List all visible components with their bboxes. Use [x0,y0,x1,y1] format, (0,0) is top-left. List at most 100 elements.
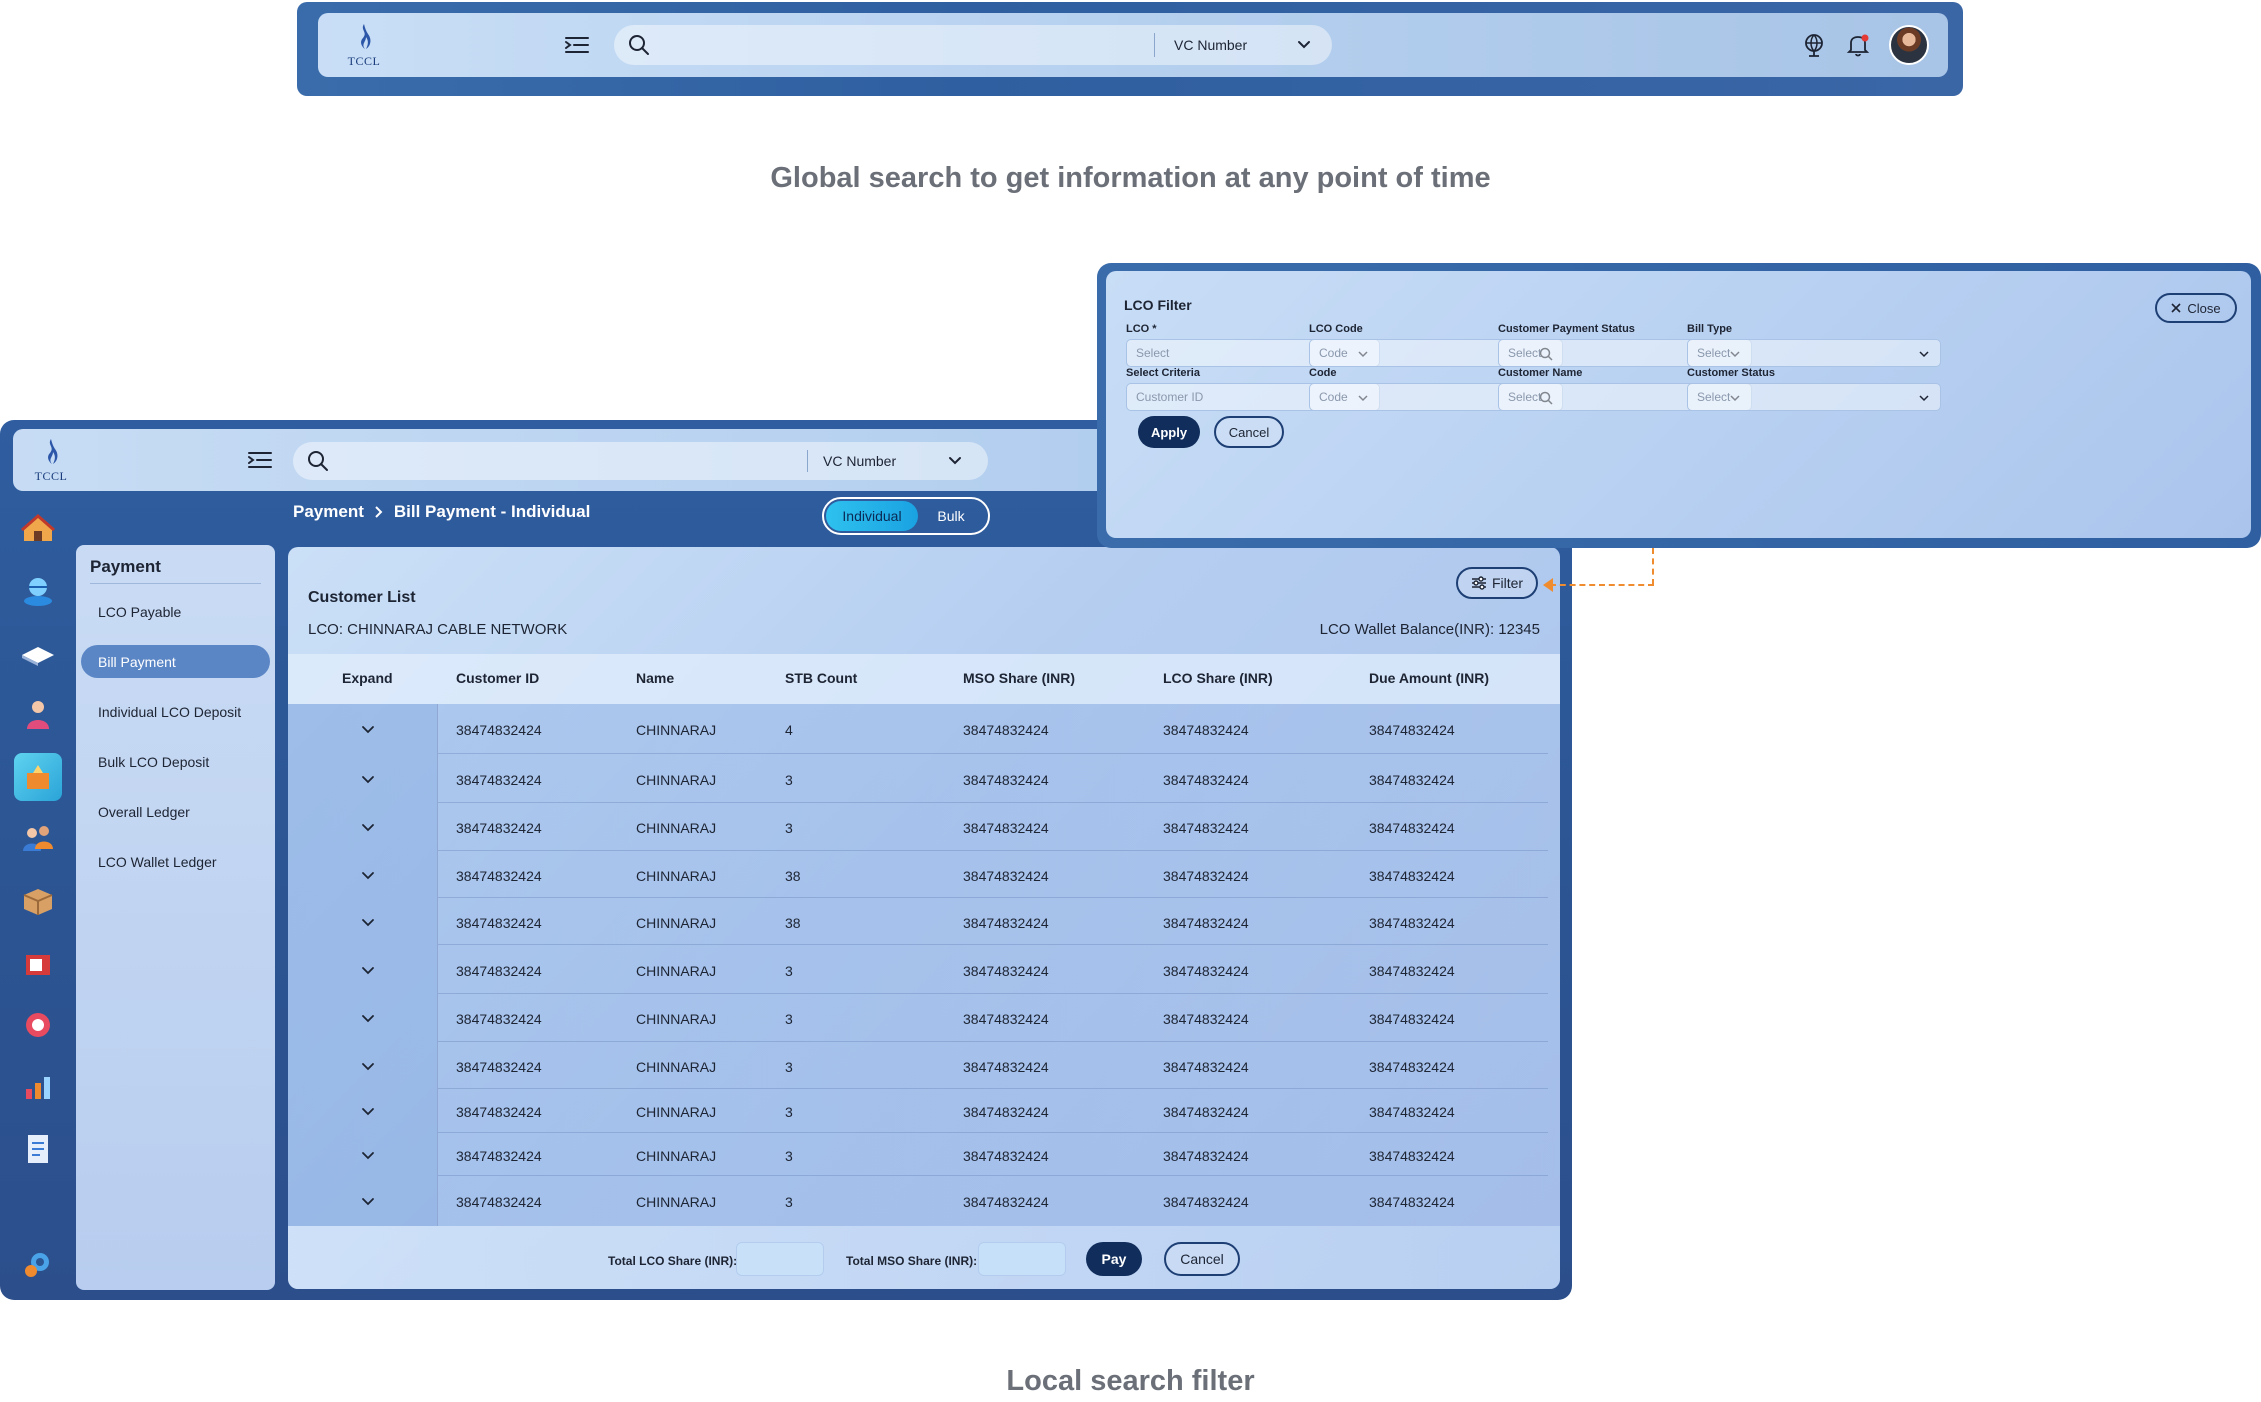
package-icon[interactable] [14,877,62,925]
settings-icon[interactable] [14,1240,62,1288]
notification-bell-icon[interactable] [1845,32,1871,58]
expand-chevron-icon[interactable] [360,772,376,788]
table-row[interactable]: 38474832424 CHINNARAJ 38 38474832424 3847483… [288,851,1560,898]
menu-collapse-icon[interactable] [247,449,273,471]
sidebar-item-individual-lco-deposit[interactable]: Individual LCO Deposit [81,695,270,728]
customer-id-cell: 38474832424 [456,868,542,884]
table-row[interactable]: 38474832424 CHINNARAJ 3 38474832424 38474832… [288,1176,1560,1226]
customer-status-field[interactable]: Select [1687,383,1941,411]
lco-share-cell: 38474832424 [1163,915,1249,931]
customer-id-cell: 38474832424 [456,1148,542,1164]
expand-chevron-icon[interactable] [360,820,376,836]
sidebar-item-lco-payable[interactable]: LCO Payable [81,595,270,628]
sidebar-item-bill-payment[interactable]: Bill Payment [81,645,270,678]
card-icon[interactable] [14,629,62,677]
expand-chevron-icon[interactable] [360,1194,376,1210]
search-divider [1154,33,1155,57]
column-header-due-amount: Due Amount (INR) [1369,670,1490,686]
tccl-logo[interactable]: TCCL [23,432,79,488]
name-cell: CHINNARAJ [636,820,717,836]
global-search-caption: Global search to get information at any … [770,162,1491,194]
expand-chevron-icon[interactable] [360,1148,376,1164]
expand-chevron-icon[interactable] [360,1059,376,1075]
users-icon[interactable] [14,815,62,863]
table-row[interactable]: 38474832424 CHINNARAJ 3 38474832424 38474832… [288,994,1560,1042]
lco-share-cell: 38474832424 [1163,1059,1249,1075]
lco-share-cell: 38474832424 [1163,1148,1249,1164]
globe-icon[interactable] [1801,32,1827,58]
table-row[interactable]: 38474832424 CHINNARAJ 3 38474832424 38474832… [288,754,1560,803]
customer-id-cell: 38474832424 [456,772,542,788]
expand-chevron-icon[interactable] [360,915,376,931]
mso-share-cell: 38474832424 [963,915,1049,931]
name-cell: CHINNARAJ [636,868,717,884]
payment-box-icon[interactable] [14,753,62,801]
toggle-individual[interactable]: Individual [826,501,918,531]
due-amount-cell: 38474832424 [1369,868,1455,884]
customer-payment-status-label: Customer Payment Status [1498,323,1635,335]
select-criteria-label: Select Criteria [1126,367,1200,379]
chart-icon[interactable] [14,1063,62,1111]
search-type-select[interactable]: VC Number [1174,37,1247,53]
person-icon[interactable] [14,691,62,739]
search-type-select[interactable]: VC Number [823,453,896,469]
mso-share-cell: 38474832424 [963,772,1049,788]
due-amount-cell: 38474832424 [1369,963,1455,979]
cancel-button[interactable]: Cancel [1164,1242,1240,1276]
sidebar-item-bulk-lco-deposit[interactable]: Bulk LCO Deposit [81,745,270,778]
table-row[interactable]: 38474832424 CHINNARAJ 4 38474832424 38474832… [288,704,1560,754]
lco-label: LCO * [1126,323,1157,335]
search-icon [629,35,649,55]
tv-icon[interactable] [14,939,62,987]
due-amount-cell: 38474832424 [1369,1059,1455,1075]
name-cell: CHINNARAJ [636,772,717,788]
stb-count-cell: 3 [785,820,793,836]
expand-chevron-icon[interactable] [360,1104,376,1120]
mso-share-cell: 38474832424 [963,1059,1049,1075]
close-button[interactable]: Close [2155,293,2237,323]
sidebar-item-overall-ledger[interactable]: Overall Ledger [81,795,270,828]
house-icon[interactable] [14,505,62,553]
connector-line-horizontal [1550,584,1654,586]
app-search-bar[interactable]: VC Number [293,442,988,480]
customer-status-label: Customer Status [1687,367,1776,379]
tccl-logo[interactable]: TCCL [336,17,392,73]
menu-collapse-icon[interactable] [564,34,590,56]
chevron-down-icon[interactable] [1297,38,1311,52]
table-row[interactable]: 38474832424 CHINNARAJ 3 38474832424 38474832… [288,1089,1560,1133]
customer-id-cell: 38474832424 [456,1059,542,1075]
table-header: Expand Customer ID Name STB Count MSO Sh… [288,654,1560,704]
total-lco-share-input[interactable] [736,1242,824,1276]
customer-id-cell: 38474832424 [456,1194,542,1210]
table-row[interactable]: 38474832424 CHINNARAJ 3 38474832424 38474832… [288,945,1560,994]
lco-share-cell: 38474832424 [1163,820,1249,836]
user-avatar[interactable] [1889,25,1929,65]
sidebar-item-lco-wallet-ledger[interactable]: LCO Wallet Ledger [81,845,270,878]
toggle-bulk[interactable]: Bulk [918,501,984,531]
filter-button[interactable]: Filter [1456,567,1538,599]
table-row[interactable]: 38474832424 CHINNARAJ 3 38474832424 38474832… [288,803,1560,851]
document-icon[interactable] [14,1125,62,1173]
table-row[interactable]: 38474832424 CHINNARAJ 38 38474832424 3847483… [288,898,1560,945]
globe-stack-icon[interactable] [14,567,62,615]
apply-button[interactable]: Apply [1138,416,1200,448]
table-row[interactable]: 38474832424 CHINNARAJ 3 38474832424 38474832… [288,1133,1560,1176]
total-mso-share-input[interactable] [978,1242,1066,1276]
expand-chevron-icon[interactable] [360,963,376,979]
chevron-down-icon[interactable] [948,454,962,468]
filter-cancel-button[interactable]: Cancel [1214,416,1284,448]
chevron-down-icon [1919,351,1929,358]
lco-placeholder: Select [1136,346,1170,360]
lco-share-cell: 38474832424 [1163,963,1249,979]
expand-chevron-icon[interactable] [360,722,376,738]
flame-logo-icon [361,23,371,49]
bill-type-field[interactable]: Select [1687,339,1941,367]
select-criteria-placeholder: Customer ID [1136,390,1204,404]
breadcrumb-parent[interactable]: Payment [293,502,364,522]
expand-chevron-icon[interactable] [360,1011,376,1027]
global-search-bar[interactable]: VC Number [614,25,1332,65]
pay-button[interactable]: Pay [1086,1242,1142,1276]
table-row[interactable]: 38474832424 CHINNARAJ 3 38474832424 38474832… [288,1042,1560,1089]
support-icon[interactable] [14,1001,62,1049]
expand-chevron-icon[interactable] [360,868,376,884]
